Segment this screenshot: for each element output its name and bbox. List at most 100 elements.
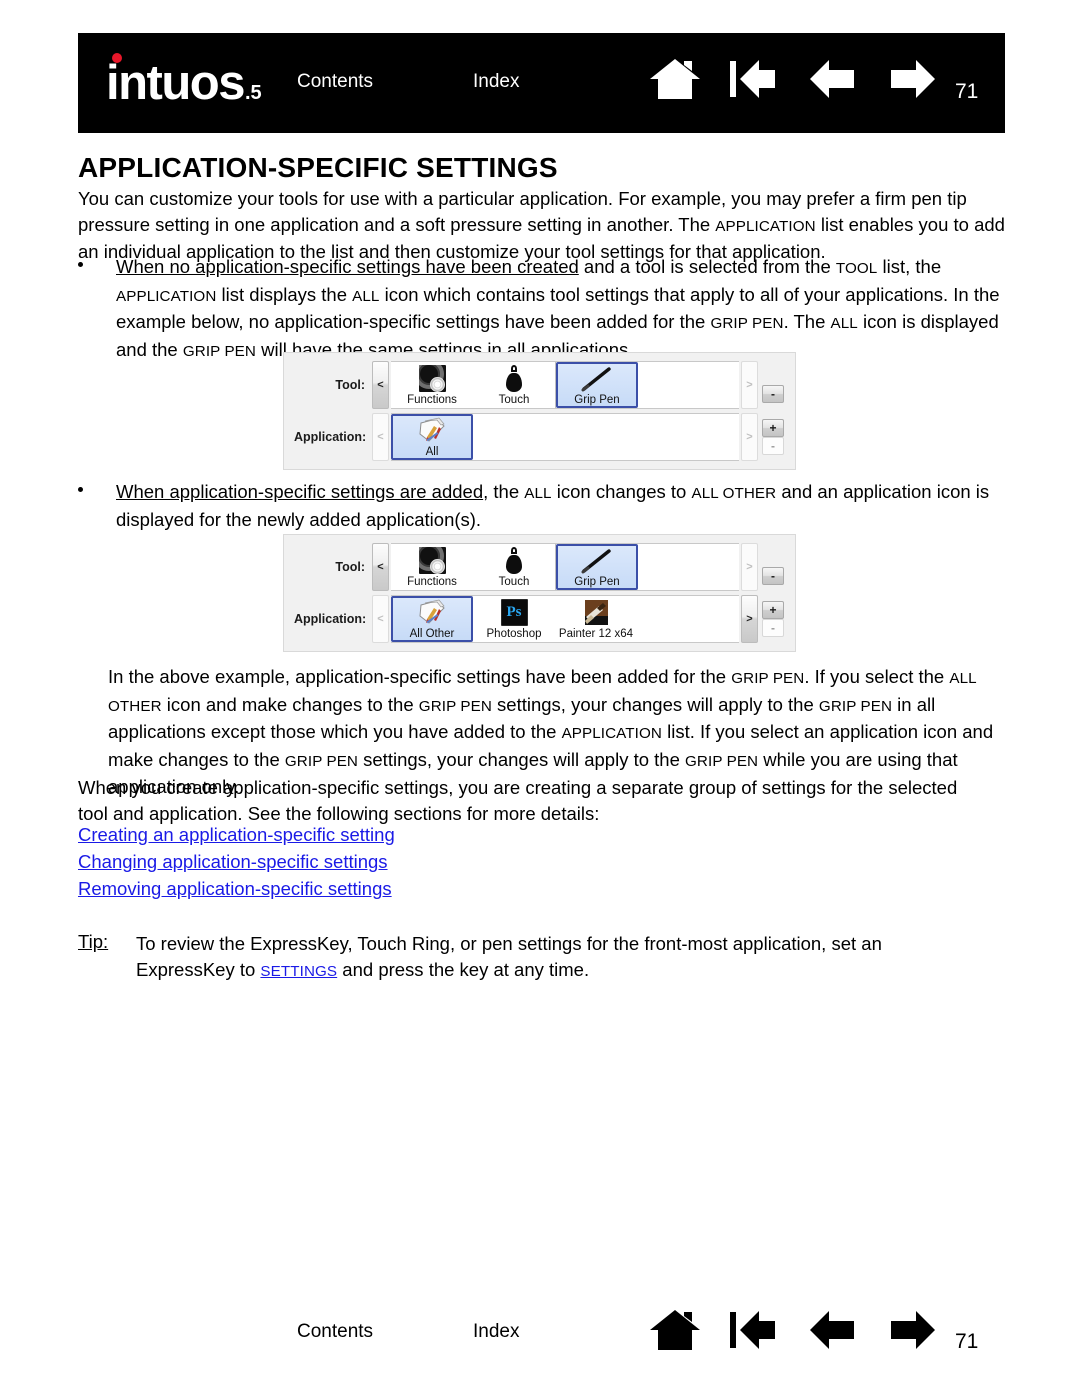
footer-index-link[interactable]: Index [473, 1321, 519, 1343]
panel2-tool-item-touch-label: Touch [498, 575, 530, 588]
p3-l1a: In the above example, application-specif… [108, 666, 732, 687]
panel1-tool-prev-button[interactable]: < [372, 361, 389, 409]
footer-navigation-icons [648, 1308, 939, 1352]
panel1-application-add-button[interactable]: + [762, 419, 784, 437]
smallcaps-grip-pen-7: GRIP PEN [685, 752, 759, 770]
header-contents-link[interactable]: Contents [297, 71, 373, 93]
panel2-tool-next-button[interactable]: > [741, 543, 758, 591]
panel2-tool-remove-button[interactable]: - [762, 567, 784, 585]
logo-wordmark: intuos [106, 55, 245, 110]
smallcaps-tool: TOOL [835, 260, 878, 277]
tip-line-2b: and press the key at any time. [337, 958, 590, 980]
intro-line-2b: list enables [815, 213, 914, 235]
panel2-tool-item-grip-pen[interactable]: Grip Pen [556, 544, 638, 590]
footer-contents-link[interactable]: Contents [297, 1321, 373, 1343]
panel1-tool-buttons: - [761, 361, 785, 409]
tip-line-1: To review the ExpressKey, Touch Ring, or… [136, 933, 882, 954]
panel1-tool-next-button[interactable]: > [741, 361, 758, 409]
bullet-1-c: list displays the [216, 283, 353, 305]
smallcaps-grip-pen-3: GRIP PEN [731, 670, 805, 687]
bullet-1-text: When no application-specific settings ha… [116, 254, 1008, 364]
bullet-1-underlined-lead: When no application-specific settings ha… [116, 256, 579, 277]
panel2-tool-item-grip-pen-label: Grip Pen [574, 575, 620, 588]
panel1-tool-item-functions-label: Functions [407, 393, 457, 406]
panel1-application-remove-button[interactable]: - [762, 437, 784, 455]
next-page-icon[interactable] [885, 57, 939, 101]
panel1-tool-item-grip-pen[interactable]: Grip Pen [556, 362, 638, 408]
panel2-tool-strip: Functions Touch Grip Pen [391, 543, 739, 591]
panel1-application-label: Application: [294, 430, 367, 444]
panel2-application-item-photoshop-label: Photoshop [486, 627, 542, 640]
panel2-tool-item-touch[interactable]: Touch [473, 544, 555, 590]
p4-l1: When you create application-specific set… [78, 777, 884, 798]
link-changing-application-specific-settings[interactable]: Changing application-specific settings [78, 851, 388, 873]
smallcaps-all: ALL [352, 287, 380, 305]
all-applications-icon [417, 417, 447, 445]
bullet-1-d: icon which contains tool settings that a… [379, 283, 949, 305]
bullet-2-underlined-lead: When application-specific settings are a… [116, 481, 484, 502]
smallcaps-application: APPLICATION [715, 217, 816, 235]
bullet-2-b: icon changes to [551, 481, 692, 502]
first-page-icon[interactable] [727, 57, 781, 101]
p3-l4b: settings, your changes will apply to the [358, 748, 686, 770]
link-creating-application-specific-setting[interactable]: Creating an application-specific setting [78, 824, 395, 846]
intuos-logo: intuos .5 [106, 52, 262, 110]
smallcaps-grip-pen-6: GRIP PEN [284, 752, 358, 770]
home-icon[interactable] [648, 57, 702, 101]
bullet-item-1: When no application-specific settings ha… [78, 254, 1008, 364]
manual-page: intuos .5 Contents Index 71 APPLICATION -… [0, 0, 1080, 1397]
panel1-tool-label: Tool: [335, 378, 365, 392]
logo-dot-icon [112, 52, 122, 63]
panel2-application-strip: All Other Ps Photoshop Painter 12 x64 [391, 595, 739, 643]
panel1-application-next-button[interactable]: > [741, 413, 758, 461]
panel2-application-add-button[interactable]: + [762, 601, 784, 619]
footer-page-number: 71 [955, 1330, 979, 1353]
tip-line-2a: ExpressKey to [136, 958, 261, 980]
panel1-tool-remove-button[interactable]: - [762, 385, 784, 403]
p3-l2a: icon and make changes to the [161, 693, 419, 715]
grip-pen-icon [578, 547, 616, 575]
panel2-application-item-all-other[interactable]: All Other [391, 596, 473, 642]
panel2-application-row: Application: < All Other Ps Photoshop Pa… [294, 595, 785, 643]
tip-body: To review the ExpressKey, Touch Ring, or… [136, 931, 956, 984]
panel1-tool-item-touch-label: Touch [498, 393, 530, 406]
next-page-icon[interactable] [885, 1308, 939, 1352]
p3-l2b: settings, your changes will apply to the [491, 693, 819, 715]
panel1-application-item-all[interactable]: All [391, 414, 473, 460]
panel2-application-item-painter-label: Painter 12 x64 [558, 627, 634, 640]
panel2-application-buttons: + - [761, 595, 785, 643]
previous-page-icon[interactable] [806, 57, 860, 101]
smallcaps-application-3: APPLICATION [561, 725, 662, 742]
panel2-tool-buttons: - [761, 543, 785, 591]
bullet-1-f: . The [783, 311, 831, 332]
panel1-application-row: Application: < All > + - [294, 413, 785, 461]
panel2-application-remove-button[interactable]: - [762, 619, 784, 637]
tip-label: Tip: [78, 931, 109, 952]
panel2-tool-prev-button[interactable]: < [372, 543, 389, 591]
panel2-application-item-painter[interactable]: Painter 12 x64 [555, 596, 637, 642]
panel2-application-next-button[interactable]: > [741, 595, 758, 643]
first-page-icon[interactable] [727, 1308, 781, 1352]
panel2-application-prev-button[interactable]: < [372, 595, 389, 643]
panel1-tool-item-touch[interactable]: Touch [473, 362, 555, 408]
tool-application-panel-1: Tool: < Functions Touch Grip Pen > - App… [283, 352, 796, 470]
photoshop-icon: Ps [500, 599, 528, 627]
header-page-number: 71 [955, 80, 979, 103]
link-settings[interactable]: SETTINGS [260, 963, 337, 980]
home-icon[interactable] [648, 1308, 702, 1352]
p3-l1b: . If you select the [804, 666, 945, 687]
touch-icon [504, 546, 524, 575]
panel2-application-item-all-other-label: All Other [409, 627, 455, 640]
panel1-application-prev-button[interactable]: < [372, 413, 389, 461]
intro-line-1: You can customize your tools for use wit… [78, 188, 943, 209]
smallcaps-grip-pen: GRIP PEN [710, 315, 784, 332]
link-removing-application-specific-settings[interactable]: Removing application-specific settings [78, 878, 392, 900]
bullet-2-a: , the [483, 481, 525, 502]
panel1-tool-item-functions[interactable]: Functions [391, 362, 473, 408]
previous-page-icon[interactable] [806, 1308, 860, 1352]
panel2-tool-item-functions[interactable]: Functions [391, 544, 473, 590]
panel2-application-item-photoshop[interactable]: Ps Photoshop [473, 596, 555, 642]
smallcaps-application-2: APPLICATION [116, 287, 217, 305]
header-index-link[interactable]: Index [473, 71, 519, 93]
bullet-1-a: and a tool is selected from the [578, 256, 836, 277]
